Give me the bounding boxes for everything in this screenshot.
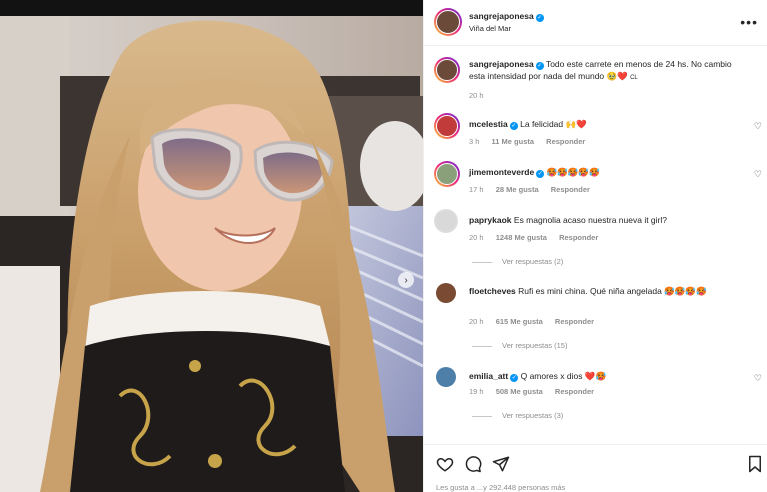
heart-icon[interactable] — [436, 455, 454, 473]
heart-icon[interactable]: ♡ — [754, 169, 762, 180]
verified-icon: ✓ — [510, 374, 519, 382]
reply-button[interactable]: Responder — [555, 387, 594, 396]
comment-emoji: ❤️ — [584, 371, 596, 381]
view-replies-link[interactable]: Ver respuestas (2) — [472, 257, 563, 266]
flag-label: CL — [630, 75, 638, 81]
comment-likes[interactable]: 11 Me gusta — [492, 137, 535, 146]
heart-icon[interactable]: ♡ — [754, 373, 762, 384]
commenter-username[interactable]: floetcheves — [469, 286, 516, 296]
caption-username[interactable]: sangrejaponesa — [469, 59, 534, 69]
comment-emoji: 🥵 — [674, 286, 686, 296]
comment-emoji: 🥵 — [685, 286, 696, 296]
commenter-username[interactable]: paprykaok — [469, 215, 512, 225]
comments-list: sangrejaponesa ✓ Todo este carrete en men… — [424, 47, 767, 444]
comment-emoji: 🥵 — [557, 167, 568, 177]
commenter-username[interactable]: mcelestia — [469, 119, 508, 129]
likes-preview[interactable]: Les gusta a ...y 292.448 personas más — [436, 483, 565, 492]
reply-button[interactable]: Responder — [559, 233, 598, 242]
ellipsis-icon[interactable]: ••• — [740, 14, 758, 30]
commenter-username[interactable]: emilia_att — [469, 371, 508, 381]
comment-emoji: 🥵 — [664, 286, 675, 296]
comment-emoji: 🥵 — [546, 167, 558, 177]
heart-icon[interactable]: ♡ — [754, 121, 762, 132]
verified-icon: ✓ — [535, 14, 544, 22]
reply-button[interactable]: Responder — [555, 317, 594, 326]
comment-likes[interactable]: 1248 Me gusta — [496, 233, 547, 242]
author-avatar[interactable] — [434, 8, 462, 36]
comment-time: 19 h — [469, 387, 484, 396]
comment-likes[interactable]: 615 Me gusta — [496, 317, 543, 326]
photo-top-bar — [0, 0, 423, 16]
view-replies-link[interactable]: Ver respuestas (15) — [472, 341, 567, 350]
action-bar: Les gusta a ...y 292.448 personas más — [424, 444, 767, 492]
view-replies-link[interactable]: Ver respuestas (3) — [472, 411, 563, 420]
author-avatar-small[interactable] — [434, 57, 460, 83]
commenter-avatar[interactable] — [434, 113, 460, 139]
post-sidebar: sangrejaponesa ✓ Viña del Mar ••• sangrej… — [423, 0, 767, 492]
next-arrow-icon[interactable]: › — [398, 272, 414, 288]
post-location[interactable]: Viña del Mar — [469, 24, 511, 33]
photo-illustration — [0, 16, 423, 492]
reply-button[interactable]: Responder — [546, 137, 585, 146]
comment-likes[interactable]: 28 Me gusta — [496, 185, 539, 194]
comment-emoji: 🥵 — [588, 167, 600, 177]
post-header: sangrejaponesa ✓ Viña del Mar ••• — [424, 0, 767, 46]
share-icon[interactable] — [492, 455, 510, 473]
commenter-username[interactable]: jimemonteverde — [469, 167, 534, 177]
comment-text: Q amores x dios — [520, 371, 583, 381]
commenter-avatar[interactable] — [434, 365, 458, 389]
comment-text: La felicidad — [520, 119, 564, 129]
comment-emoji: 🥵 — [695, 286, 707, 296]
verified-icon: ✓ — [509, 122, 518, 130]
verified-icon: ✓ — [535, 62, 544, 70]
comment-time: 20 h — [469, 233, 484, 242]
comment-emoji: ❤️ — [576, 119, 587, 129]
verified-icon: ✓ — [536, 170, 545, 178]
reply-button[interactable]: Responder — [551, 185, 590, 194]
post-photo: › — [0, 0, 423, 492]
comment-icon[interactable] — [464, 455, 482, 473]
comment-emoji: 🥵 — [595, 371, 607, 381]
comment-time: 3 h — [469, 137, 480, 146]
commenter-avatar[interactable] — [434, 161, 460, 187]
author-username[interactable]: sangrejaponesa — [469, 11, 534, 21]
caption-time: 20 h — [469, 91, 484, 100]
comment-emoji: 🥵 — [567, 167, 579, 177]
comment-emoji: 🙌 — [565, 119, 577, 129]
comment-emoji: 🥵 — [578, 167, 589, 177]
commenter-avatar[interactable] — [434, 209, 458, 233]
comment-text: Rufi es mini china. Qué niña angelada — [518, 286, 662, 296]
comment-likes[interactable]: 508 Me gusta — [496, 387, 543, 396]
comment-time: 17 h — [469, 185, 484, 194]
bookmark-icon[interactable] — [746, 455, 764, 473]
comment-text: Es magnolia acaso nuestra nueva it girl? — [513, 215, 667, 225]
commenter-avatar[interactable] — [434, 281, 458, 305]
comment-time: 20 h — [469, 317, 484, 326]
